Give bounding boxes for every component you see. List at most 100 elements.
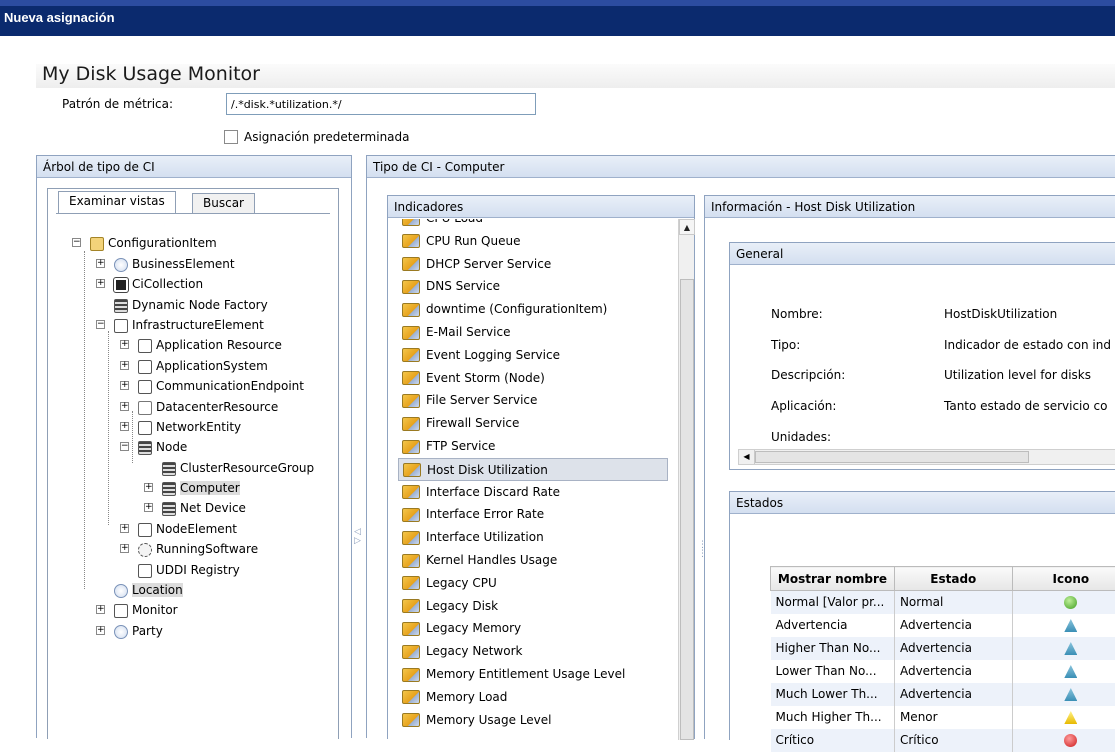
table-row[interactable]: Lower Than No... Advertencia <box>771 660 1115 683</box>
metric-pattern-label: Patrón de métrica: <box>62 97 173 111</box>
table-row[interactable]: Crítico Crítico <box>771 729 1115 752</box>
indicators-scrollbar[interactable]: ▲ <box>678 219 694 740</box>
indicator-list-item[interactable]: Interface Discard Rate <box>398 481 668 504</box>
scroll-left-arrow-icon[interactable]: ◀ <box>739 450 755 464</box>
ci-type-panel-header: Tipo de CI - Computer <box>367 156 1115 178</box>
indicator-label: Memory Entitlement Usage Level <box>426 667 625 681</box>
tree-node-cicollection[interactable]: + CiCollection <box>96 274 203 294</box>
expand-icon[interactable]: + <box>144 503 153 512</box>
expand-icon[interactable]: + <box>96 259 105 268</box>
indicator-list-item[interactable]: DHCP Server Service <box>398 253 668 276</box>
indicator-list-item[interactable]: CPU Load <box>398 219 668 230</box>
collapse-icon[interactable]: − <box>120 442 129 451</box>
expand-icon[interactable]: + <box>120 422 129 431</box>
metric-pattern-input[interactable] <box>226 93 536 115</box>
tree-node-computer[interactable]: + Computer <box>144 478 240 498</box>
table-row[interactable]: Higher Than No... Advertencia <box>771 637 1115 660</box>
expand-icon[interactable]: + <box>120 381 129 390</box>
indicator-label: downtime (ConfigurationItem) <box>426 302 607 316</box>
info-label-aplicacion: Aplicación: <box>771 399 836 413</box>
hscroll-thumb[interactable] <box>755 451 1029 463</box>
tree-node-dynamic-node-factory[interactable]: Dynamic Node Factory <box>96 295 268 315</box>
tree-node-networkentity[interactable]: + NetworkEntity <box>120 417 241 437</box>
collapse-icon[interactable]: − <box>96 320 105 329</box>
table-row[interactable]: Advertencia Advertencia <box>771 614 1115 637</box>
indicator-list-item[interactable]: Legacy Network <box>398 640 668 663</box>
indicator-list-item[interactable]: E-Mail Service <box>398 321 668 344</box>
indicator-list-item[interactable]: CPU Run Queue <box>398 230 668 253</box>
endpoint-icon <box>138 380 152 394</box>
indicator-list-item[interactable]: FTP Service <box>398 435 668 458</box>
ci-type-panel: Tipo de CI - Computer Indicadores CPU Lo… <box>366 155 1115 738</box>
indicator-label: Kernel Handles Usage <box>426 553 557 567</box>
tree-node-nodeelement[interactable]: + NodeElement <box>120 519 237 539</box>
tree-node-configurationitem[interactable]: − ConfigurationItem <box>72 233 217 253</box>
column-header-mostrar-nombre[interactable]: Mostrar nombre <box>771 567 895 591</box>
indicator-list-item[interactable]: Legacy CPU <box>398 572 668 595</box>
indicator-list-item[interactable]: File Server Service <box>398 389 668 412</box>
expand-icon[interactable]: + <box>96 626 105 635</box>
default-assignment-label[interactable]: Asignación predeterminada <box>244 130 410 144</box>
indicator-icon <box>402 219 420 226</box>
indicator-list-item[interactable]: Memory Usage Level <box>398 709 668 732</box>
tree-node-applicationsystem[interactable]: + ApplicationSystem <box>120 356 268 376</box>
info-value-tipo: Indicador de estado con ind <box>944 338 1111 352</box>
expand-icon[interactable]: + <box>144 483 153 492</box>
tree-node-net-device[interactable]: + Net Device <box>144 498 246 518</box>
tree-node-monitor[interactable]: + Monitor <box>96 600 178 620</box>
indicator-list-item[interactable]: downtime (ConfigurationItem) <box>398 298 668 321</box>
tab-examinar-vistas[interactable]: Examinar vistas <box>58 191 176 213</box>
info-panel-title: Información - Host Disk Utilization <box>711 200 915 214</box>
tree-node-node[interactable]: − Node <box>120 437 187 457</box>
indicator-list-item[interactable]: Event Storm (Node) <box>398 367 668 390</box>
expand-icon[interactable]: + <box>120 340 129 349</box>
tree-node-businesselement[interactable]: + BusinessElement <box>96 254 235 274</box>
indicator-list-item[interactable]: Event Logging Service <box>398 344 668 367</box>
indicator-list-item[interactable]: Memory Entitlement Usage Level <box>398 663 668 686</box>
expand-icon[interactable]: + <box>96 605 105 614</box>
tree-node-runningsoftware[interactable]: + RunningSoftware <box>120 539 258 559</box>
indicator-list-item[interactable]: Memory Load <box>398 686 668 709</box>
column-header-icono[interactable]: Icono <box>1012 567 1115 591</box>
tree-node-party[interactable]: + Party <box>96 621 163 641</box>
indicator-list-item[interactable]: Legacy Disk <box>398 595 668 618</box>
scroll-thumb[interactable] <box>680 279 694 740</box>
column-header-estado[interactable]: Estado <box>894 567 1012 591</box>
indicator-label: Event Storm (Node) <box>426 371 545 385</box>
info-label-descripcion: Descripción: <box>771 368 845 382</box>
states-section-title: Estados <box>736 496 783 510</box>
expand-icon[interactable]: + <box>120 524 129 533</box>
indicator-list-item[interactable]: Kernel Handles Usage <box>398 549 668 572</box>
indicator-list-item[interactable]: Interface Utilization <box>398 526 668 549</box>
expand-icon[interactable]: + <box>120 402 129 411</box>
indicator-list-item[interactable]: Interface Error Rate <box>398 503 668 526</box>
tree-node-infrastructureelement[interactable]: − InfrastructureElement <box>96 315 264 335</box>
expand-icon[interactable]: + <box>120 544 129 553</box>
collapse-icon[interactable]: − <box>72 238 81 247</box>
indicator-icon <box>402 668 420 682</box>
node-icon <box>138 441 152 455</box>
scroll-up-arrow-icon[interactable]: ▲ <box>679 219 695 235</box>
splitter-collapse-left-icon[interactable]: ◁▷ <box>354 528 361 546</box>
expand-icon[interactable]: + <box>120 361 129 370</box>
tree-node-datacenterresource[interactable]: + DatacenterResource <box>120 397 278 417</box>
tree-node-application-resource[interactable]: + Application Resource <box>120 335 282 355</box>
tab-buscar[interactable]: Buscar <box>192 193 255 213</box>
indicator-list-item[interactable]: DNS Service <box>398 275 668 298</box>
indicator-list-item[interactable]: Legacy Memory <box>398 617 668 640</box>
default-assignment-checkbox[interactable] <box>224 130 238 144</box>
expand-icon[interactable]: + <box>96 279 105 288</box>
tree-node-communicationendpoint[interactable]: + CommunicationEndpoint <box>120 376 304 396</box>
server-icon <box>162 462 176 476</box>
table-row[interactable]: Much Higher Th... Menor <box>771 706 1115 729</box>
indicators-panel-title: Indicadores <box>394 200 463 214</box>
indicator-list-item[interactable]: Host Disk Utilization <box>398 458 668 481</box>
general-hscrollbar[interactable]: ◀ <box>738 449 1115 465</box>
tree-node-clusterresourcegroup[interactable]: ClusterResourceGroup <box>144 458 314 478</box>
table-row[interactable]: Normal [Valor pr... Normal <box>771 591 1115 614</box>
configuration-item-icon <box>90 237 104 251</box>
indicator-list-item[interactable]: Firewall Service <box>398 412 668 435</box>
tree-node-uddi-registry[interactable]: UDDI Registry <box>120 560 240 580</box>
table-row[interactable]: Much Lower Th... Advertencia <box>771 683 1115 706</box>
tree-node-location[interactable]: Location <box>96 580 183 600</box>
